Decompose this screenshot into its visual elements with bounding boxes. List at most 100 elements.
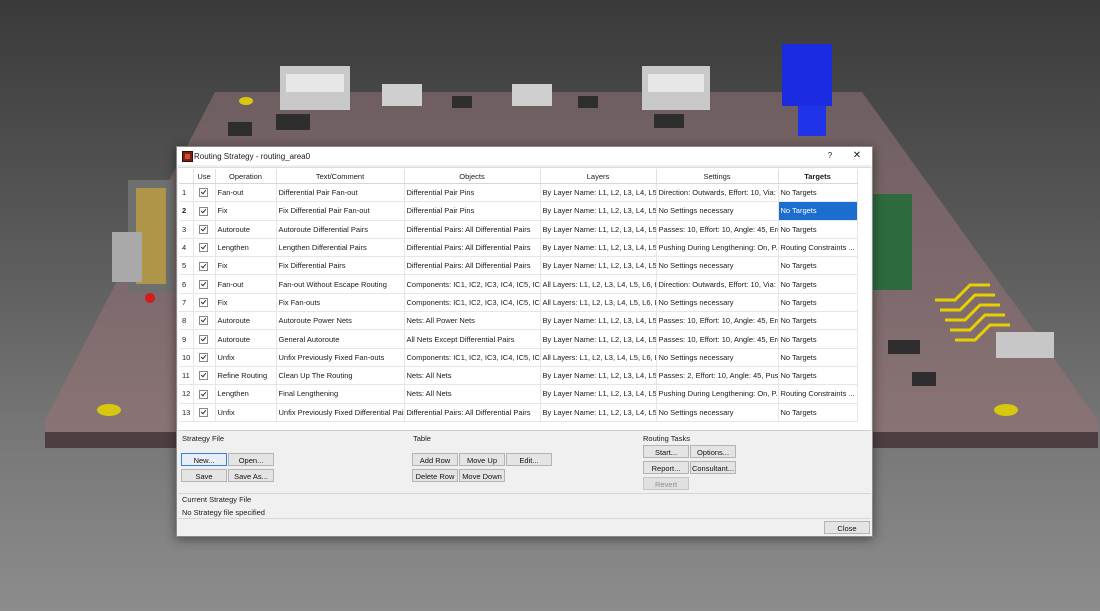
table-row[interactable]: 9 Autoroute General Autoroute All Nets Exce…: [179, 329, 858, 349]
table-row[interactable]: 4 Lengthen Lengthen Differential Pairs Diff…: [179, 238, 858, 258]
settings-cell[interactable]: Direction: Outwards, Effort: 10, Via: ..…: [656, 183, 779, 203]
use-checkbox[interactable]: [198, 225, 208, 234]
operation-cell[interactable]: Lengthen: [215, 384, 277, 404]
row-number[interactable]: 3: [179, 220, 194, 239]
move-up-button[interactable]: Move Up: [459, 453, 505, 466]
header-targets[interactable]: Targets: [778, 169, 858, 184]
consultant-button[interactable]: Consultant...: [690, 461, 736, 474]
objects-cell[interactable]: All Nets Except Differential Pairs: [404, 329, 541, 349]
operation-cell[interactable]: Fan-out: [215, 274, 277, 294]
settings-cell[interactable]: No Settings necessary: [656, 256, 779, 276]
operation-cell[interactable]: Fix: [215, 293, 277, 313]
settings-cell[interactable]: Pushing During Lengthening: On, P...: [656, 384, 779, 404]
table-row[interactable]: 6 Fan-out Fan-out Without Escape Routing Co…: [179, 274, 858, 294]
targets-cell[interactable]: No Targets: [778, 366, 858, 386]
table-row[interactable]: 3 Autoroute Autoroute Differential Pairs Di…: [179, 220, 858, 239]
targets-cell[interactable]: Routing Constraints ...: [778, 238, 858, 258]
layers-cell[interactable]: By Layer Name: L1, L2, L3, L4, L5, ...: [540, 238, 657, 258]
row-number[interactable]: 13: [179, 403, 194, 422]
table-row[interactable]: 12 Lengthen Final Lengthening Nets: All Net…: [179, 384, 858, 404]
objects-cell[interactable]: Differential Pairs: All Differential Pai…: [404, 220, 541, 239]
save-button[interactable]: Save: [181, 469, 227, 482]
use-checkbox[interactable]: [198, 243, 208, 253]
header-layers[interactable]: Layers: [540, 169, 657, 184]
settings-cell[interactable]: No Settings necessary: [656, 201, 779, 221]
use-checkbox[interactable]: [198, 279, 208, 289]
start-button[interactable]: Start...: [643, 445, 689, 458]
layers-cell[interactable]: All Layers: L1, L2, L3, L4, L5, L6, L7..…: [540, 348, 657, 367]
objects-cell[interactable]: Components: IC1, IC2, IC3, IC4, IC5, IC6…: [404, 348, 541, 367]
use-checkbox[interactable]: [198, 389, 208, 399]
targets-cell[interactable]: No Targets: [778, 348, 858, 367]
layers-cell[interactable]: By Layer Name: L1, L2, L3, L4, L5, ...: [540, 329, 657, 349]
row-number[interactable]: 8: [179, 311, 194, 331]
comment-cell[interactable]: Clean Up The Routing: [276, 366, 405, 386]
use-checkbox[interactable]: [198, 261, 208, 271]
targets-cell[interactable]: No Targets: [778, 329, 858, 349]
use-checkbox[interactable]: [198, 206, 208, 216]
layers-cell[interactable]: By Layer Name: L1, L2, L3, L4, L5, ...: [540, 183, 657, 203]
comment-cell[interactable]: Fix Differential Pair Fan-out: [276, 201, 405, 221]
edit-button[interactable]: Edit...: [506, 453, 552, 466]
operation-cell[interactable]: Unfix: [215, 348, 277, 367]
objects-cell[interactable]: Differential Pair Pins: [404, 183, 541, 203]
layers-cell[interactable]: By Layer Name: L1, L2, L3, L4, L5, ...: [540, 366, 657, 386]
close-button[interactable]: Close: [824, 521, 870, 534]
layers-cell[interactable]: By Layer Name: L1, L2, L3, L4, L5, ...: [540, 403, 657, 422]
objects-cell[interactable]: Differential Pair Pins: [404, 201, 541, 221]
comment-cell[interactable]: Unfix Previously Fixed Differential Pair…: [276, 403, 405, 422]
targets-cell[interactable]: No Targets: [778, 311, 858, 331]
header-settings[interactable]: Settings: [656, 169, 779, 184]
help-button[interactable]: ?: [823, 150, 837, 162]
use-checkbox[interactable]: [198, 353, 208, 363]
comment-cell[interactable]: General Autoroute: [276, 329, 405, 349]
delete-row-button[interactable]: Delete Row: [412, 469, 458, 482]
header-operation[interactable]: Operation: [215, 169, 277, 184]
header-objects[interactable]: Objects: [404, 169, 541, 184]
settings-cell[interactable]: No Settings necessary: [656, 293, 779, 313]
table-row[interactable]: 13 Unfix Unfix Previously Fixed Differenti…: [179, 403, 858, 422]
row-number[interactable]: 11: [179, 366, 194, 386]
use-checkbox[interactable]: [198, 407, 208, 417]
row-number[interactable]: 1: [179, 183, 194, 203]
objects-cell[interactable]: Differential Pairs: All Differential Pai…: [404, 238, 541, 258]
table-row[interactable]: 1 Fan-out Differential Pair Fan-out Differe…: [179, 183, 858, 203]
close-icon[interactable]: ✕: [849, 150, 865, 162]
settings-cell[interactable]: No Settings necessary: [656, 403, 779, 422]
objects-cell[interactable]: Nets: All Nets: [404, 384, 541, 404]
row-number[interactable]: 9: [179, 329, 194, 349]
targets-cell[interactable]: No Targets: [778, 256, 858, 276]
settings-cell[interactable]: Passes: 10, Effort: 10, Angle: 45, Err..…: [656, 329, 779, 349]
table-row[interactable]: 10 Unfix Unfix Previously Fixed Fan-outs Co…: [179, 348, 858, 367]
objects-cell[interactable]: Nets: All Nets: [404, 366, 541, 386]
move-down-button[interactable]: Move Down: [459, 469, 505, 482]
dialog-titlebar[interactable]: Routing Strategy - routing_area0 ? ✕: [177, 147, 872, 165]
objects-cell[interactable]: Differential Pairs: All Differential Pai…: [404, 403, 541, 422]
layers-cell[interactable]: By Layer Name: L1, L2, L3, L4, L5, ...: [540, 311, 657, 331]
comment-cell[interactable]: Differential Pair Fan-out: [276, 183, 405, 203]
targets-cell[interactable]: No Targets: [778, 274, 858, 294]
row-number[interactable]: 12: [179, 384, 194, 404]
row-number[interactable]: 5: [179, 256, 194, 276]
operation-cell[interactable]: Unfix: [215, 403, 277, 422]
targets-cell[interactable]: No Targets: [778, 183, 858, 203]
table-row[interactable]: 11 Refine Routing Clean Up The Routing Nets…: [179, 366, 858, 386]
settings-cell[interactable]: No Settings necessary: [656, 348, 779, 367]
table-row[interactable]: 2 Fix Fix Differential Pair Fan-out Differe…: [179, 201, 858, 221]
settings-cell[interactable]: Passes: 2, Effort: 10, Angle: 45, Push..…: [656, 366, 779, 386]
operation-cell[interactable]: Fix: [215, 256, 277, 276]
layers-cell[interactable]: By Layer Name: L1, L2, L3, L4, L5, ...: [540, 201, 657, 221]
operation-cell[interactable]: Autoroute: [215, 311, 277, 331]
row-number[interactable]: 2: [179, 201, 194, 221]
comment-cell[interactable]: Autoroute Differential Pairs: [276, 220, 405, 239]
use-checkbox[interactable]: [198, 188, 208, 198]
comment-cell[interactable]: Fan-out Without Escape Routing: [276, 274, 405, 294]
use-checkbox[interactable]: [198, 334, 208, 344]
settings-cell[interactable]: Direction: Outwards, Effort: 10, Via: ..…: [656, 274, 779, 294]
row-number[interactable]: 6: [179, 274, 194, 294]
row-number[interactable]: 4: [179, 238, 194, 258]
targets-cell[interactable]: No Targets: [778, 403, 858, 422]
comment-cell[interactable]: Autoroute Power Nets: [276, 311, 405, 331]
save-as-button[interactable]: Save As...: [228, 469, 274, 482]
operation-cell[interactable]: Autoroute: [215, 329, 277, 349]
